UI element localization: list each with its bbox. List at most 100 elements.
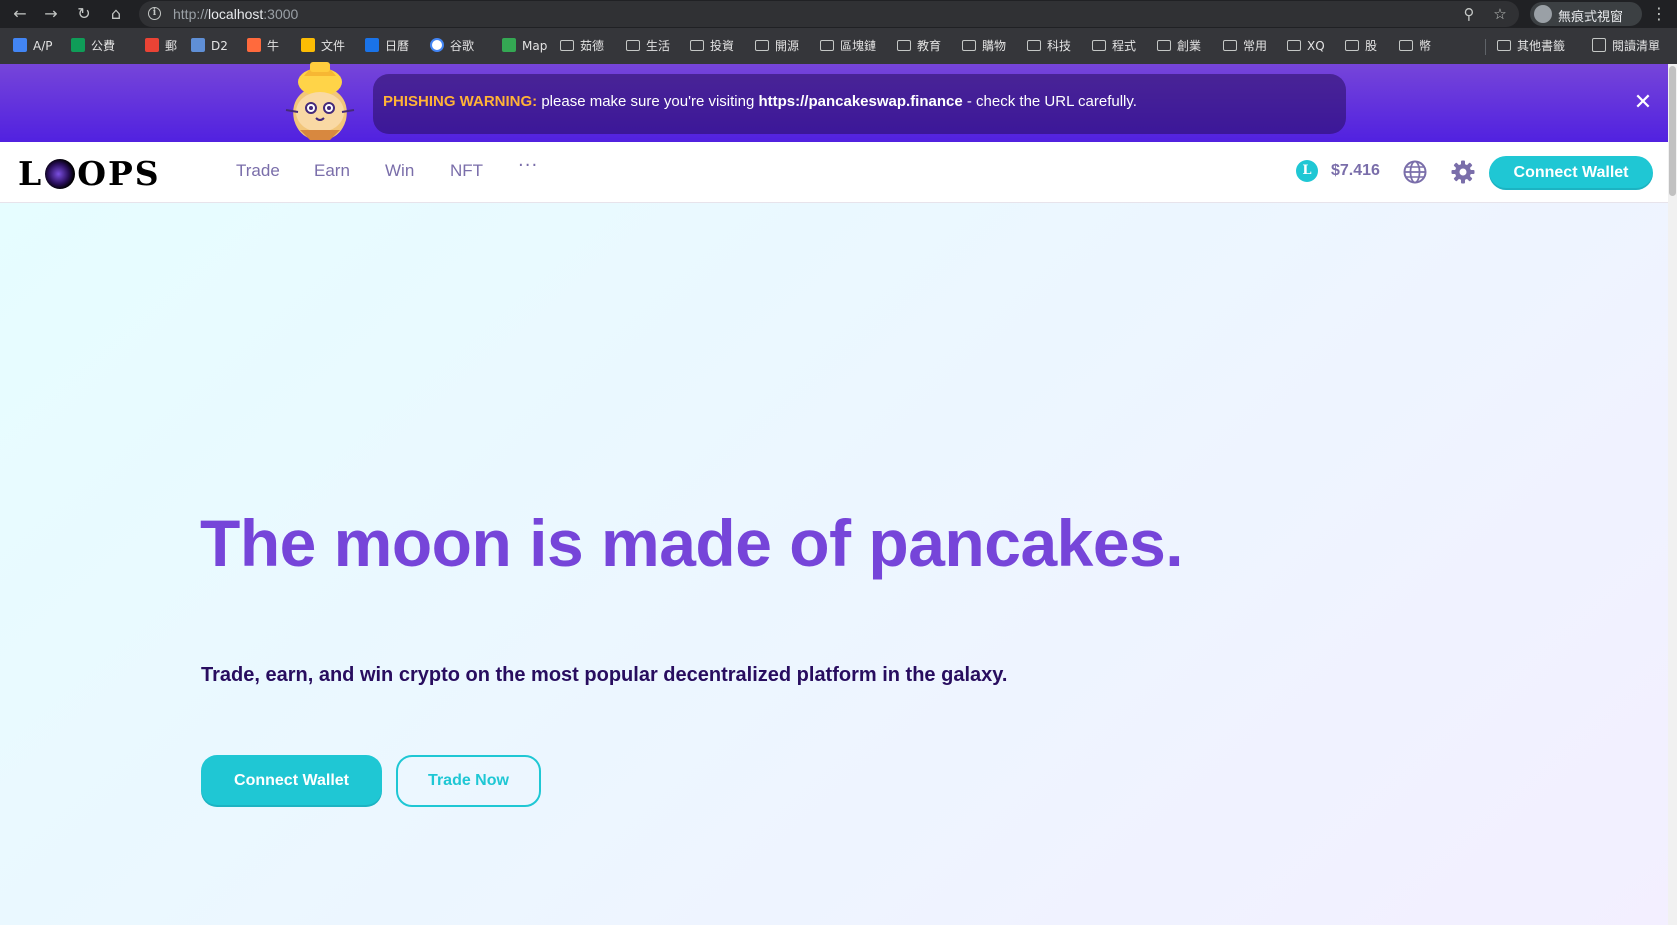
page-scrollbar[interactable] — [1668, 64, 1677, 925]
browser-toolbar: ← → ↻ ⌂ i http://localhost:3000 ⚲ ☆ 無痕式視… — [0, 0, 1677, 28]
docs-icon — [13, 38, 27, 52]
bookmark-item[interactable]: 創業 — [1157, 37, 1201, 55]
close-icon[interactable]: ✕ — [1630, 90, 1656, 116]
more-menu-icon[interactable]: ··· — [518, 155, 538, 176]
phishing-message: PHISHING WARNING: please make sure you'r… — [383, 93, 1137, 110]
home-icon[interactable]: ⌂ — [106, 4, 126, 24]
cow-icon — [247, 38, 261, 52]
bookmark-item[interactable]: 閱讀清單 — [1592, 37, 1660, 55]
bookmark-item[interactable]: 常用 — [1223, 37, 1267, 55]
trade-now-button[interactable]: Trade Now — [396, 755, 541, 807]
bookmark-label: A/P — [33, 39, 53, 53]
folder-icon — [1287, 40, 1301, 51]
site-header: L OPS Trade Earn Win NFT ··· L $7.416 Con… — [0, 142, 1668, 203]
phishing-banner: PHISHING WARNING: please make sure you'r… — [0, 62, 1668, 142]
bookmark-item[interactable]: 投資 — [690, 37, 734, 55]
bookmark-label: XQ — [1307, 39, 1325, 53]
nav-earn[interactable]: Earn — [314, 161, 350, 181]
phishing-message-text: please make sure you're visiting — [537, 93, 759, 110]
incognito-badge[interactable]: 無痕式視窗 — [1530, 2, 1642, 26]
bookmark-item[interactable]: 日曆 — [365, 37, 409, 55]
nav-win[interactable]: Win — [385, 161, 414, 181]
scrollbar-thumb[interactable] — [1669, 66, 1676, 196]
back-icon[interactable]: ← — [10, 4, 30, 24]
maps-icon — [502, 38, 516, 52]
bookmark-item[interactable]: A/P — [13, 37, 53, 55]
bookmark-item[interactable]: 購物 — [962, 37, 1006, 55]
bookmark-label: 投資 — [710, 39, 735, 53]
sheets-icon — [71, 38, 85, 52]
connect-wallet-button[interactable]: Connect Wallet — [1489, 156, 1653, 190]
phishing-message-suffix: - check the URL carefully. — [962, 93, 1137, 110]
bookmark-item[interactable]: 教育 — [897, 37, 941, 55]
hero-section: The moon is made of pancakes. Trade, ear… — [0, 203, 1668, 925]
bookmark-item[interactable]: 幣 — [1399, 37, 1431, 55]
token-price[interactable]: $7.416 — [1331, 162, 1380, 180]
bookmark-item[interactable]: 茹德 — [560, 37, 604, 55]
bookmark-label: 公費 — [91, 39, 116, 53]
nav-trade[interactable]: Trade — [236, 161, 280, 181]
incognito-icon — [1534, 5, 1552, 23]
globe-icon[interactable] — [1402, 159, 1428, 185]
address-bar[interactable]: i http://localhost:3000 ⚲ ☆ — [139, 1, 1519, 27]
folder-icon — [755, 40, 769, 51]
bookmark-item[interactable]: 程式 — [1092, 37, 1136, 55]
folder-icon — [1092, 40, 1106, 51]
bookmark-label: 開源 — [775, 39, 800, 53]
hero-title: The moon is made of pancakes. — [200, 506, 1184, 580]
kebab-menu-icon[interactable]: ⋮ — [1651, 4, 1667, 24]
forward-icon[interactable]: → — [41, 4, 61, 24]
folder-icon — [1157, 40, 1171, 51]
bookmark-label: 科技 — [1047, 39, 1072, 53]
token-price-icon: L — [1296, 160, 1318, 182]
drive-icon — [301, 38, 315, 52]
bookmark-label: 生活 — [646, 39, 671, 53]
bunny-mascot-icon — [285, 62, 355, 140]
loops-logo[interactable]: L OPS — [18, 156, 161, 192]
bookmark-label: 常用 — [1243, 39, 1268, 53]
folder-icon — [1399, 40, 1413, 51]
bookmark-label: 購物 — [982, 39, 1007, 53]
reading-list-icon — [1592, 38, 1606, 52]
bookmark-item[interactable]: 牛 — [247, 37, 279, 55]
bookmark-label: 牛 — [267, 39, 280, 53]
zoom-icon[interactable]: ⚲ — [1459, 4, 1479, 24]
hero-subtitle: Trade, earn, and win crypto on the most … — [201, 664, 1008, 686]
bookmark-item[interactable]: 科技 — [1027, 37, 1071, 55]
bookmark-label: 區塊鏈 — [840, 39, 877, 53]
star-icon[interactable]: ☆ — [1490, 4, 1510, 24]
bookmark-label: 幣 — [1419, 39, 1432, 53]
bookmark-label: 創業 — [1177, 39, 1202, 53]
phishing-warning-label: PHISHING WARNING: — [383, 93, 538, 110]
hero-connect-wallet-button[interactable]: Connect Wallet — [201, 755, 382, 807]
address-url[interactable]: http://localhost:3000 — [173, 6, 298, 22]
bookmark-item[interactable]: 文件 — [301, 37, 345, 55]
nav-nft[interactable]: NFT — [450, 161, 483, 181]
bookmark-label: 教育 — [917, 39, 942, 53]
logo-letter: L — [18, 154, 44, 193]
folder-icon — [1027, 40, 1041, 51]
google-icon — [430, 38, 444, 52]
bookmark-label: 茹德 — [580, 39, 605, 53]
bookmark-item[interactable]: 開源 — [755, 37, 799, 55]
bookmark-item[interactable]: 郵 — [145, 37, 177, 55]
bookmark-item[interactable]: 生活 — [626, 37, 670, 55]
info-icon[interactable]: i — [148, 7, 161, 20]
bookmark-item[interactable]: 其他書籤 — [1497, 37, 1565, 55]
folder-icon — [1223, 40, 1237, 51]
bookmark-item[interactable]: 區塊鏈 — [820, 37, 876, 55]
bookmark-item[interactable]: Map — [502, 37, 547, 55]
phishing-url: https://pancakeswap.finance — [758, 93, 963, 110]
bookmark-item[interactable]: D2 — [191, 37, 228, 55]
bookmark-item[interactable]: XQ — [1287, 37, 1325, 55]
bookmark-label: 谷歌 — [450, 39, 475, 53]
folder-icon — [626, 40, 640, 51]
bookmark-item[interactable]: 股 — [1345, 37, 1377, 55]
reload-icon[interactable]: ↻ — [74, 4, 94, 24]
folder-icon — [690, 40, 704, 51]
bookmarks-bar: A/P 公費 郵 D2 牛 文件 日曆 谷歌 Map 茹德 生活 投資 開源 區塊鏈 教育 購物 科技 程式 創業 常… — [0, 28, 1677, 64]
bookmark-item[interactable]: 谷歌 — [430, 37, 474, 55]
folder-icon — [820, 40, 834, 51]
gear-icon[interactable] — [1450, 159, 1476, 185]
bookmark-item[interactable]: 公費 — [71, 37, 115, 55]
